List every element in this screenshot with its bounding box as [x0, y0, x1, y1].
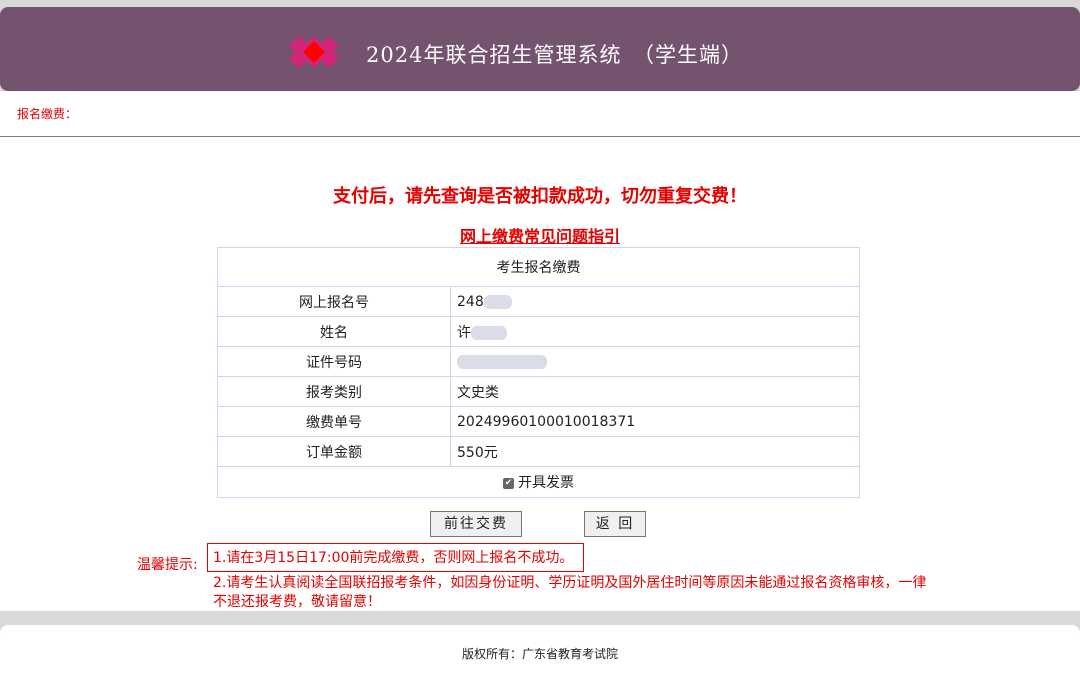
app-header: 2024年联合招生管理系统 （学生端） — [0, 7, 1080, 91]
copyright: 版权所有：广东省教育考试院 — [461, 647, 618, 661]
table-row: 证件号码 — [217, 346, 860, 377]
table-caption: 考生报名缴费 — [217, 247, 860, 287]
order-amount: 550元 — [450, 436, 860, 467]
invoice-checkbox[interactable]: ✔ — [503, 477, 514, 489]
page-footer: 版权所有：广东省教育考试院 — [0, 625, 1080, 681]
main-content: 报名缴费： 支付后，请先查询是否被扣款成功，切勿重复交费！ 网上缴费常见问题指引… — [0, 91, 1080, 611]
exam-category: 文史类 — [450, 376, 860, 407]
redaction-blur — [457, 354, 547, 369]
app-title: 2024年联合招生管理系统 （学生端） — [366, 43, 743, 67]
payment-table: 考生报名缴费 网上报名号 248 姓名 许 证件号码 报考类别 文史类 缴费单号… — [217, 247, 860, 498]
row-label: 缴费单号 — [217, 406, 451, 437]
table-row: 姓名 许 — [217, 316, 860, 347]
breadcrumb-divider — [0, 136, 1080, 137]
row-label: 姓名 — [217, 316, 451, 347]
student-name: 许 — [457, 324, 471, 341]
tips-label: 温馨提示: — [137, 557, 198, 573]
faq-link[interactable]: 网上缴费常见问题指引 — [0, 223, 1080, 247]
invoice-row: ✔ 开具发票 — [217, 466, 860, 498]
table-row: 报考类别 文史类 — [217, 376, 860, 407]
invoice-label: 开具发票 — [518, 475, 574, 491]
pay-button[interactable]: 前往交费 — [430, 511, 522, 537]
row-value: 248 — [450, 286, 860, 317]
red-diamond-logo-icon — [289, 36, 339, 68]
back-button[interactable]: 返 回 — [584, 511, 646, 537]
registration-number: 248 — [457, 293, 484, 310]
payment-order-number: 20249960100010018371 — [450, 406, 860, 437]
row-label: 报考类别 — [217, 376, 451, 407]
redaction-blur — [471, 325, 507, 340]
row-label: 订单金额 — [217, 436, 451, 467]
row-label: 网上报名号 — [217, 286, 451, 317]
table-row: 网上报名号 248 — [217, 286, 860, 317]
row-value — [450, 346, 860, 377]
payment-warning: 支付后，请先查询是否被扣款成功，切勿重复交费！ — [333, 186, 747, 207]
row-value: 许 — [450, 316, 860, 347]
table-row: 订单金额 550元 — [217, 436, 860, 467]
table-row: 缴费单号 20249960100010018371 — [217, 406, 860, 437]
tip-refund-policy: 2.请考生认真阅读全国联招报考条件，如因身份证明、学历证明及国外居住时间等原因未… — [213, 575, 927, 610]
tip-deadline: 1.请在3月15日17:00前完成缴费，否则网上报名不成功。 — [207, 543, 584, 572]
row-label: 证件号码 — [217, 346, 451, 377]
redaction-blur — [483, 294, 512, 309]
breadcrumb: 报名缴费： — [17, 107, 78, 121]
